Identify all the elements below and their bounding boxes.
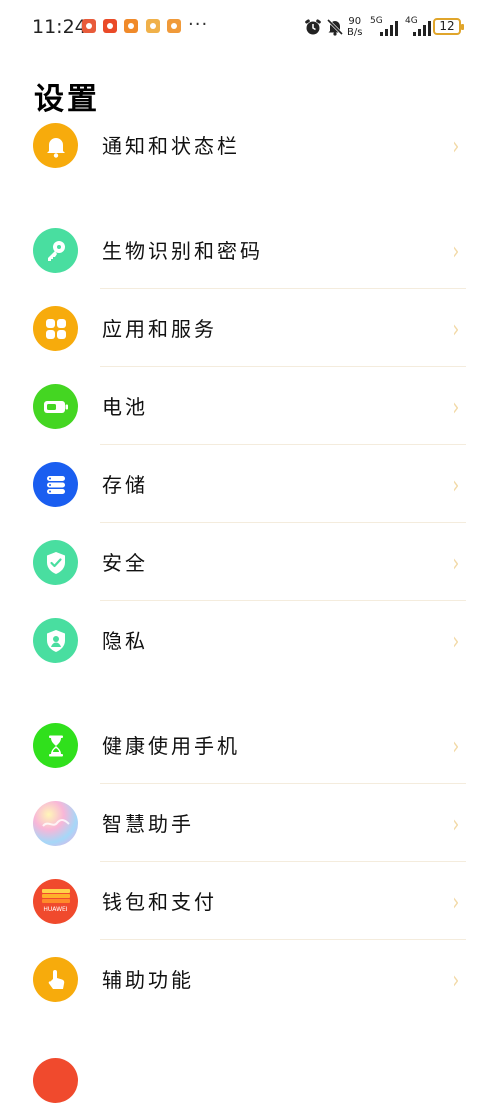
wallet-icon: HUAWEI [33,879,78,924]
notification-icon-5 [167,19,181,33]
settings-item-label: 辅助功能 [102,968,194,992]
battery-indicator: 12 [433,18,464,35]
signal-4g-icon [413,20,431,36]
chevron-right-icon: › [452,966,460,994]
settings-item-label: 智慧助手 [102,812,194,836]
wallet-brand-text: HUAWEI [43,905,68,913]
key-icon [33,228,78,273]
settings-item-label: 隐私 [102,629,148,653]
hourglass-icon [33,723,78,768]
settings-item-label: 健康使用手机 [102,734,240,758]
notification-icon-1 [82,19,96,33]
settings-item-privacy[interactable]: 隐私 › [0,601,500,679]
status-bar: 11:24 ··· 90 B/s 5G 4G 12 [0,0,500,58]
settings-item-smart-assistant[interactable]: 智慧助手 › [0,784,500,862]
notification-icon-3 [124,19,138,33]
notification-icon-2 [103,19,117,33]
settings-item-partial-icon [33,1058,78,1103]
alarm-icon [304,18,322,40]
chevron-right-icon: › [452,549,460,577]
apps-icon [33,306,78,351]
notification-icon-4 [146,19,160,33]
chevron-right-icon: › [452,132,460,160]
settings-item-digital-balance[interactable]: 健康使用手机 › [0,706,500,784]
settings-item-apps-services[interactable]: 应用和服务 › [0,289,500,367]
more-notifications-icon: ··· [188,14,209,35]
settings-item-label: 钱包和支付 [102,890,217,914]
settings-item-label: 存储 [102,473,148,497]
chevron-right-icon: › [452,471,460,499]
assistant-icon [33,801,78,846]
mute-icon [326,18,344,40]
settings-item-label: 电池 [102,395,148,419]
chevron-right-icon: › [452,810,460,838]
settings-item-accessibility[interactable]: 辅助功能 › [0,940,500,1018]
settings-item-biometrics-password[interactable]: 生物识别和密码 › [0,211,500,289]
settings-item-wallet-payment[interactable]: HUAWEI 钱包和支付 › [0,862,500,940]
chevron-right-icon: › [452,315,460,343]
settings-item-storage[interactable]: 存储 › [0,445,500,523]
bell-icon [33,123,78,168]
settings-item-battery[interactable]: 电池 › [0,367,500,445]
network-speed: 90 B/s [347,16,363,38]
settings-item-label: 生物识别和密码 [102,239,263,263]
battery-icon [33,384,78,429]
chevron-right-icon: › [452,237,460,265]
hand-tap-icon [33,957,78,1002]
settings-item-label: 应用和服务 [102,317,217,341]
chevron-right-icon: › [452,732,460,760]
storage-icon [33,462,78,507]
chevron-right-icon: › [452,393,460,421]
settings-item-label: 通知和状态栏 [102,134,240,158]
chevron-right-icon: › [452,888,460,916]
status-time: 11:24 [32,16,87,38]
shield-check-icon [33,540,78,585]
settings-item-notifications[interactable]: 通知和状态栏 › [0,106,500,184]
settings-item-label: 安全 [102,551,148,575]
privacy-icon [33,618,78,663]
settings-item-security[interactable]: 安全 › [0,523,500,601]
chevron-right-icon: › [452,627,460,655]
signal-5g-icon [380,20,398,36]
